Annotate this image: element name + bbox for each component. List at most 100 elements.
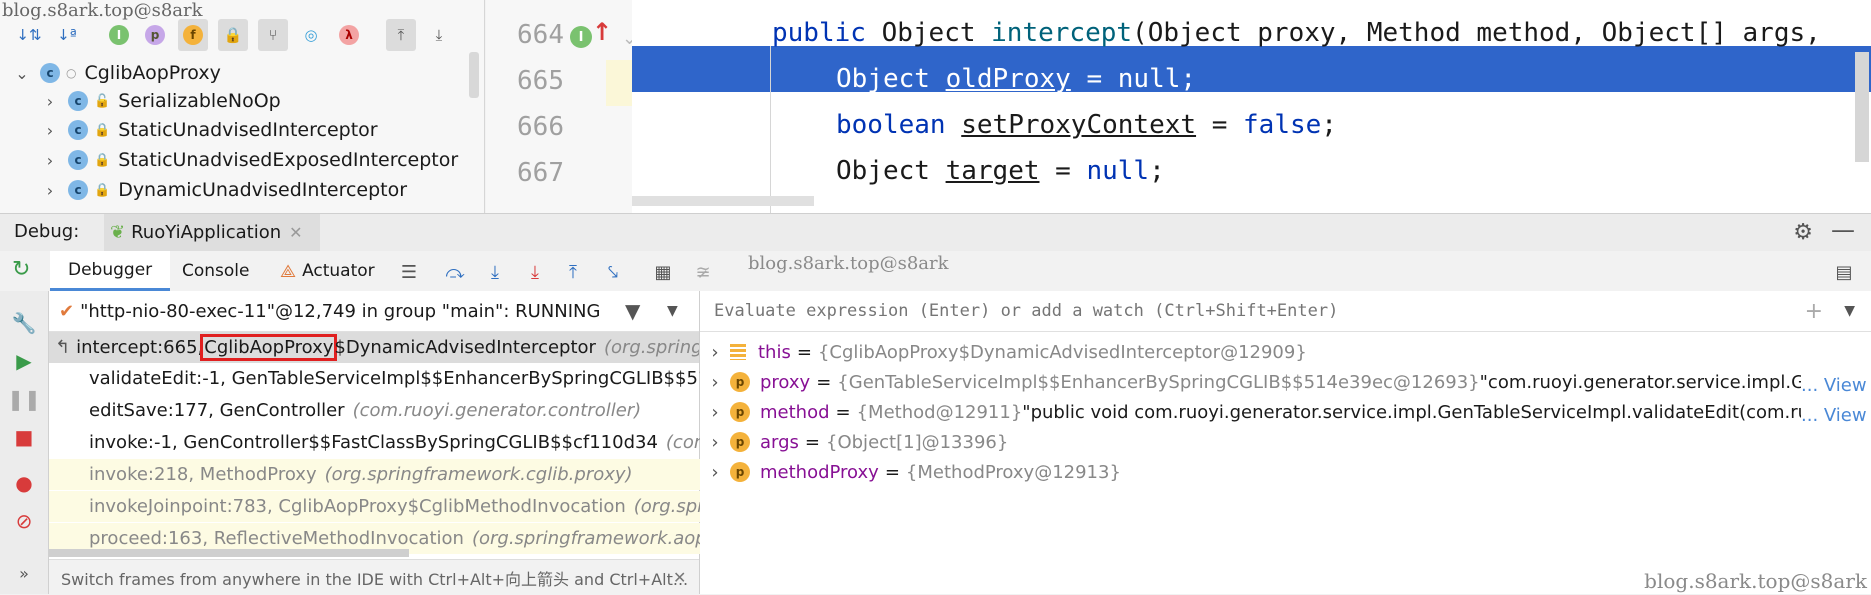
evaluate-icon[interactable]: ▦ — [650, 259, 676, 285]
chevron-right-icon[interactable]: › — [700, 372, 730, 393]
frame-label: $DynamicAdvisedInterceptor — [334, 337, 596, 358]
autoscroll-from-source-icon[interactable]: ⤓ — [424, 19, 454, 51]
thread-selector[interactable]: ✔ "http-nio-80-exec-11"@12,749 in group … — [49, 291, 699, 332]
method-name: intercept — [991, 18, 1133, 48]
chevron-right-icon[interactable]: › — [38, 92, 62, 111]
frame-label: intercept:665, — [76, 337, 204, 358]
mute-breakpoints-icon[interactable]: ⊘ — [10, 507, 38, 535]
variable-row-proxy[interactable]: › p proxy = {GenTableServiceImpl$$Enhanc… — [700, 367, 1863, 397]
frame-label: proceed:163, ReflectiveMethodInvocation — [89, 528, 464, 549]
frame-item[interactable]: invoke:-1, GenController$$FastClassBySpr… — [49, 427, 739, 458]
tab-debugger[interactable]: Debugger — [50, 251, 171, 291]
frame-item[interactable]: invokeJoinpoint:783, CglibAopProxy$Cglib… — [49, 491, 739, 522]
variable-row-this[interactable]: › this = {CglibAopProxy$DynamicAdvisedIn… — [700, 337, 1306, 367]
overrides-arrow-icon[interactable]: ↑ — [592, 18, 612, 46]
evaluate-bar[interactable]: + ▼ — [700, 291, 1871, 332]
run-to-cursor-icon[interactable]: ⤥ — [600, 259, 626, 285]
variable-row-method[interactable]: › p method = {Method@12911} "public void… — [700, 397, 1853, 427]
variable-name: args — [760, 431, 799, 453]
pause-icon[interactable]: ❚❚ — [7, 385, 41, 413]
hint-text: Switch frames from anywhere in the IDE w… — [61, 569, 689, 589]
vertical-scrollbar[interactable] — [1855, 52, 1869, 162]
evaluate-expression-input[interactable] — [712, 300, 1616, 322]
lock-icon: 🔒 — [94, 122, 111, 138]
tree-item-cglibaopproxy[interactable]: ⌄ c ○ CglibAopProxy — [10, 58, 221, 88]
frame-item[interactable]: invoke:218, MethodProxy (org.springframe… — [49, 459, 739, 490]
rerun-icon[interactable]: ↻ — [12, 257, 30, 282]
variable-row-methodproxy[interactable]: › p methodProxy = {MethodProxy@12913} — [700, 457, 1121, 487]
chevron-down-icon[interactable]: ▼ — [1844, 303, 1855, 319]
show-fields-icon[interactable]: f — [178, 19, 208, 51]
debug-toolbar: ↻ Debugger Console ⟁ Actuator ☰ ⤼ ⤓ ⤓ ⤒ ⤥… — [0, 251, 1871, 292]
filter-icon[interactable]: ▼ — [625, 299, 640, 323]
variable-name: method — [760, 401, 830, 423]
tab-label: Console — [182, 261, 250, 281]
scrollbar[interactable] — [469, 52, 479, 98]
show-properties-icon[interactable]: p — [140, 19, 170, 51]
force-step-into-icon[interactable]: ⤓ — [522, 259, 548, 285]
chevron-down-icon[interactable]: ▼ — [667, 303, 678, 319]
frame-item[interactable]: ↰ intercept:665, CglibAopProxy $DynamicA… — [49, 332, 699, 363]
stop-icon[interactable]: ■ — [10, 423, 38, 451]
sort-by-visibility-icon[interactable]: ↓⇅ — [14, 19, 44, 51]
step-over-icon[interactable]: ⤓ — [482, 259, 508, 285]
gear-icon[interactable]: ⚙ — [1793, 220, 1813, 245]
show-anonymous-icon[interactable]: ⑂ — [258, 19, 288, 51]
close-icon[interactable]: ✕ — [673, 568, 686, 587]
autoscroll-to-source-icon[interactable]: ⤒ — [386, 19, 416, 51]
return-icon: ↰ — [55, 337, 71, 358]
session-tab[interactable]: ❦ RuoYiApplication ✕ — [104, 214, 320, 254]
lambda-icon[interactable]: λ — [334, 19, 364, 51]
variable-name: proxy — [760, 371, 811, 393]
menu-icon[interactable]: ☰ — [396, 259, 422, 285]
chevron-right-icon[interactable]: › — [38, 181, 62, 200]
layout-icon[interactable]: ▤ — [1831, 259, 1857, 285]
show-inherited-icon[interactable]: I — [104, 19, 134, 51]
add-watch-icon[interactable]: + — [1805, 299, 1823, 324]
step-out-icon[interactable]: ⤒ — [560, 259, 586, 285]
frame-item[interactable]: editSave:177, GenController (com.ruoyi.g… — [49, 395, 739, 426]
implements-icon[interactable]: I — [570, 26, 592, 48]
chevron-right-icon[interactable]: › — [700, 342, 730, 363]
chevron-right-icon[interactable]: › — [700, 462, 730, 483]
tab-console[interactable]: Console — [182, 251, 250, 291]
close-icon[interactable]: ✕ — [289, 223, 302, 242]
variable: target — [945, 156, 1040, 186]
keyword: false — [1243, 110, 1322, 140]
code-token: = — [1196, 110, 1244, 140]
chevron-right-icon[interactable]: › — [38, 151, 62, 170]
sort-alphabetically-icon[interactable]: ↓ª — [52, 19, 82, 51]
chevron-right-icon[interactable]: › — [700, 402, 730, 423]
indent-guide — [770, 46, 771, 213]
view-breakpoints-icon[interactable]: ● — [10, 469, 38, 497]
frame-item[interactable]: validateEdit:-1, GenTableServiceImpl$$En… — [49, 363, 739, 394]
minimize-icon[interactable]: — — [1831, 216, 1855, 244]
chevron-down-icon[interactable]: ⌄ — [10, 64, 34, 83]
show-lambdas-icon[interactable]: ◎ — [296, 19, 326, 51]
chevron-right-icon[interactable]: › — [700, 432, 730, 453]
wrench-icon[interactable]: 🔧 — [10, 309, 38, 337]
tree-item-serializablenoop[interactable]: › c 🔓 SerializableNoOp — [38, 86, 281, 116]
show-non-public-icon[interactable]: 🔒 — [218, 19, 248, 51]
show-execution-point-icon[interactable]: ⤼ — [442, 259, 468, 285]
trace-icon[interactable]: ≆ — [690, 259, 716, 285]
resume-icon[interactable]: ▶ — [10, 347, 38, 375]
line-number: 667 — [517, 158, 564, 188]
tree-item-dynamicunadvisedinterceptor[interactable]: › c 🔒 DynamicUnadvisedInterceptor — [38, 175, 407, 205]
frame-package: (org.springframework.aop.fra — [471, 528, 738, 549]
variable-name: methodProxy — [760, 461, 879, 483]
variable-row-args[interactable]: › p args = {Object[1]@13396} — [700, 427, 1008, 457]
horizontal-scrollbar[interactable] — [632, 196, 814, 206]
code-line-665: Object oldProxy = null; — [836, 64, 1196, 94]
parameter-icon: p — [730, 402, 750, 422]
chevron-right-icon[interactable]: › — [38, 121, 62, 140]
tree-item-staticunadvisedexposedinterceptor[interactable]: › c 🔒 StaticUnadvisedExposedInterceptor — [38, 145, 458, 175]
horizontal-scrollbar[interactable] — [49, 549, 409, 557]
expand-icon[interactable]: » — [10, 559, 38, 587]
tab-actuator[interactable]: ⟁ Actuator — [280, 251, 375, 291]
view-link[interactable]: ... View — [1801, 401, 1871, 431]
view-link[interactable]: ... View — [1801, 371, 1871, 401]
parameter-icon: p — [730, 432, 750, 452]
code-editor[interactable]: public Object intercept(Object proxy, Me… — [632, 0, 1871, 213]
tree-item-staticunadvisedinterceptor[interactable]: › c 🔒 StaticUnadvisedInterceptor — [38, 115, 378, 145]
